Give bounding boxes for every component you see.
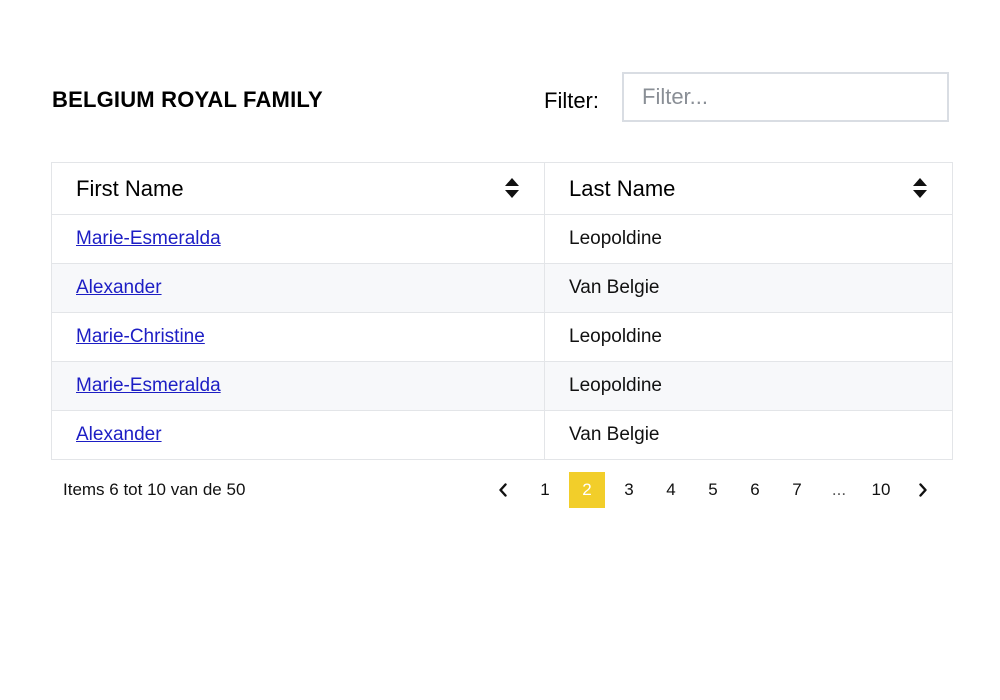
table-row: Marie-Esmeralda Leopoldine: [51, 361, 953, 411]
table-row: Marie-Esmeralda Leopoldine: [51, 214, 953, 264]
cell-first-name: Alexander: [51, 263, 545, 313]
cell-last-name: Van Belgie: [544, 410, 953, 460]
sort-icon[interactable]: [912, 177, 928, 199]
first-name-link[interactable]: Marie-Esmeralda: [76, 375, 221, 396]
table-header-row: First Name Last Name: [51, 162, 953, 215]
header: BELGIUM ROYAL FAMILY Filter:: [52, 72, 953, 126]
table-row: Marie-Christine Leopoldine: [51, 312, 953, 362]
next-page-button[interactable]: [905, 472, 941, 508]
first-name-link[interactable]: Alexander: [76, 424, 162, 445]
page-7-button[interactable]: 7: [779, 472, 815, 508]
cell-last-name: Leopoldine: [544, 312, 953, 362]
cell-first-name: Marie-Esmeralda: [51, 214, 545, 264]
prev-page-button[interactable]: [485, 472, 521, 508]
table-row: Alexander Van Belgie: [51, 263, 953, 313]
page-6-button[interactable]: 6: [737, 472, 773, 508]
cell-last-name: Leopoldine: [544, 361, 953, 411]
table-row: Alexander Van Belgie: [51, 410, 953, 460]
column-header-first-name[interactable]: First Name: [51, 162, 545, 215]
page: BELGIUM ROYAL FAMILY Filter: First Name …: [0, 0, 1000, 700]
cell-first-name: Marie-Esmeralda: [51, 361, 545, 411]
cell-first-name: Alexander: [51, 410, 545, 460]
pagination-ellipsis: ...: [831, 480, 847, 499]
page-1-button[interactable]: 1: [527, 472, 563, 508]
sort-icon[interactable]: [504, 177, 520, 199]
page-title: BELGIUM ROYAL FAMILY: [52, 87, 323, 112]
column-header-label: Last Name: [569, 175, 676, 201]
cell-first-name: Marie-Christine: [51, 312, 545, 362]
items-info: Items 6 tot 10 van de 50: [63, 480, 246, 499]
data-table: First Name Last Name Marie-Esmeralda Leo…: [51, 162, 953, 460]
page-10-button[interactable]: 10: [863, 472, 899, 508]
filter-label: Filter:: [544, 88, 599, 113]
first-name-link[interactable]: Alexander: [76, 277, 162, 298]
cell-last-name: Van Belgie: [544, 263, 953, 313]
pagination: 1 2 3 4 5 6 7 ... 10: [485, 472, 947, 508]
page-3-button[interactable]: 3: [611, 472, 647, 508]
first-name-link[interactable]: Marie-Christine: [76, 326, 205, 347]
cell-last-name: Leopoldine: [544, 214, 953, 264]
table-header: First Name Last Name: [51, 162, 953, 215]
page-5-button[interactable]: 5: [695, 472, 731, 508]
table-body: Marie-Esmeralda Leopoldine Alexander Van…: [51, 214, 953, 460]
filter-input[interactable]: [622, 72, 949, 122]
column-header-label: First Name: [76, 175, 184, 201]
page-4-button[interactable]: 4: [653, 472, 689, 508]
page-2-button[interactable]: 2: [569, 472, 605, 508]
chevron-left-icon: [499, 483, 507, 497]
first-name-link[interactable]: Marie-Esmeralda: [76, 228, 221, 249]
chevron-right-icon: [919, 483, 927, 497]
column-header-last-name[interactable]: Last Name: [544, 162, 953, 215]
